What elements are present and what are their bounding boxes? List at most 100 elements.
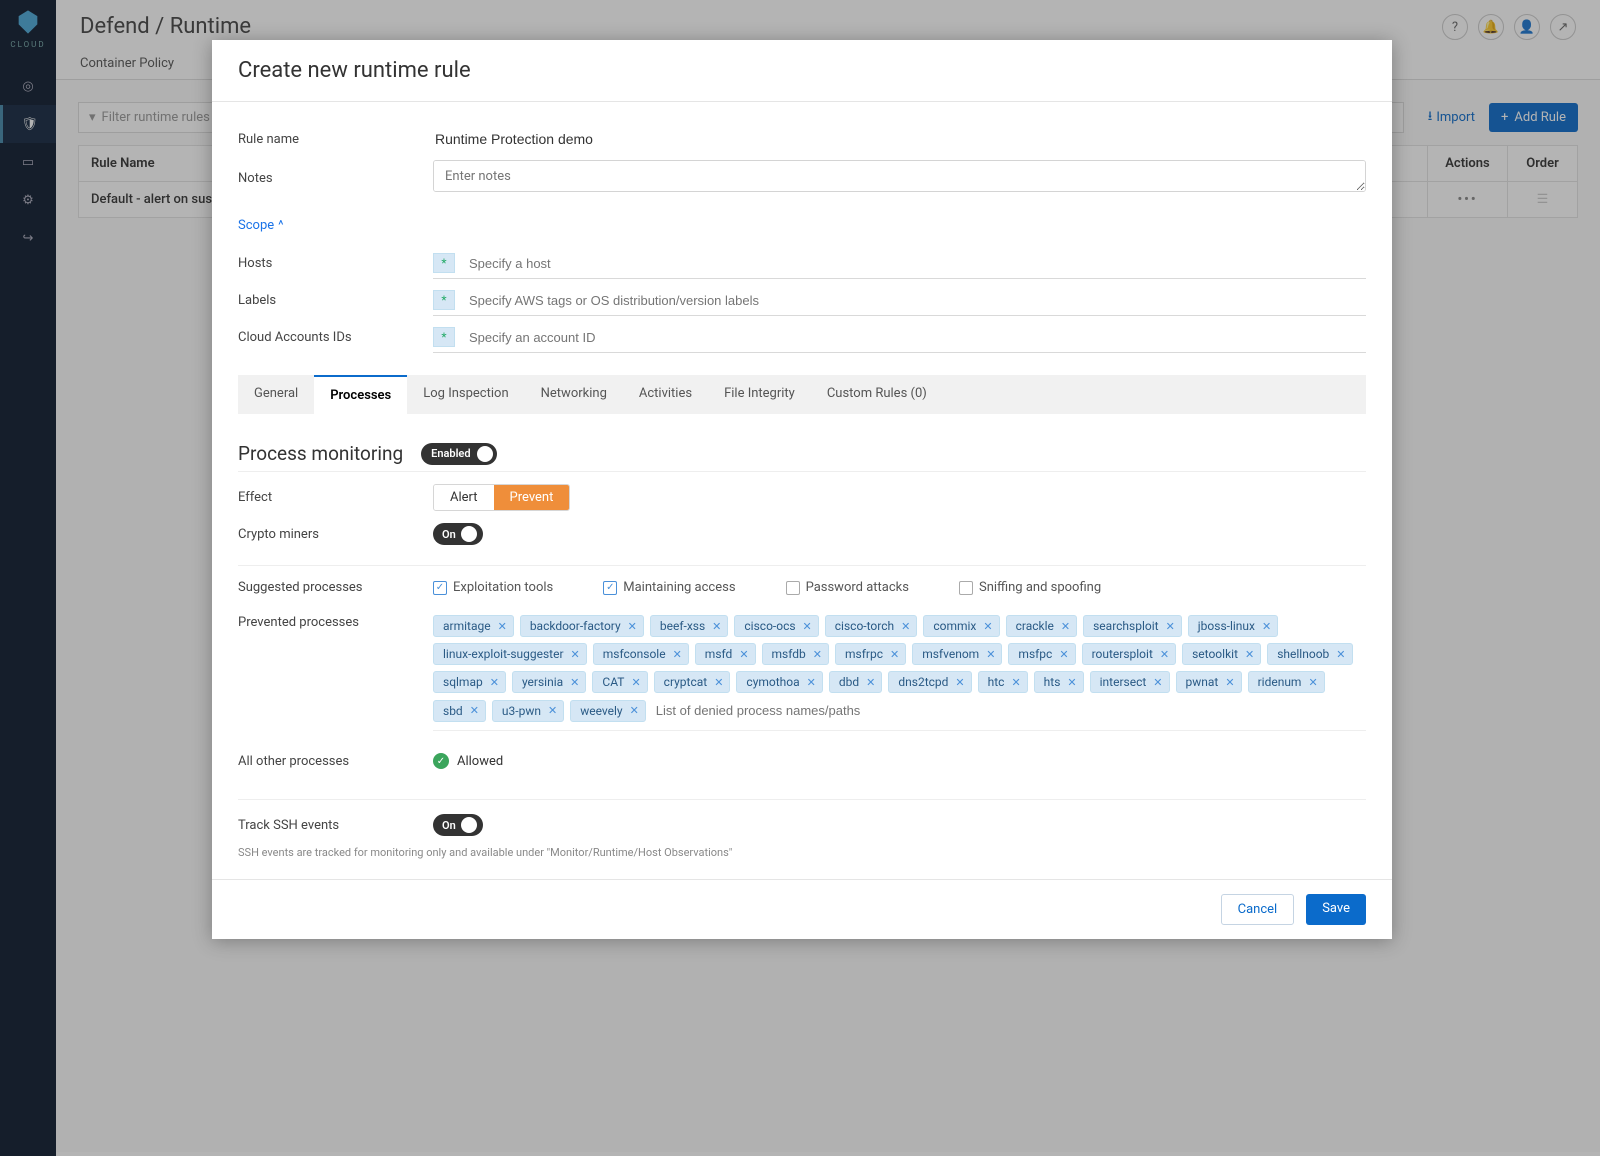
chip-remove-icon[interactable]: ✕ bbox=[570, 676, 579, 689]
chip-remove-icon[interactable]: ✕ bbox=[548, 704, 557, 717]
scope-toggle[interactable]: Scope ^ bbox=[238, 218, 284, 233]
chip-jboss-linux: jboss-linux ✕ bbox=[1188, 615, 1278, 637]
tab-file-integrity[interactable]: File Integrity bbox=[708, 375, 811, 414]
chip-label: hts bbox=[1044, 675, 1061, 689]
toggle-knob bbox=[461, 817, 477, 833]
checkbox-password-attacks[interactable]: Password attacks bbox=[786, 580, 909, 595]
chip-remove-icon[interactable]: ✕ bbox=[1225, 676, 1234, 689]
chip-label: backdoor-factory bbox=[530, 619, 621, 633]
chip-remove-icon[interactable]: ✕ bbox=[983, 620, 992, 633]
chip-remove-icon[interactable]: ✕ bbox=[673, 648, 682, 661]
chip-label: setoolkit bbox=[1192, 647, 1238, 661]
chip-remove-icon[interactable]: ✕ bbox=[631, 676, 640, 689]
chip-crackle: crackle✕ bbox=[1006, 615, 1078, 637]
checkbox-exploitation-tools[interactable]: ✓Exploitation tools bbox=[433, 580, 553, 595]
chip-CAT: CAT✕ bbox=[592, 671, 647, 693]
chip-remove-icon[interactable]: ✕ bbox=[1336, 648, 1345, 661]
chip-label: dns2tcpd bbox=[898, 675, 948, 689]
process-monitoring-title: Process monitoring bbox=[238, 442, 403, 465]
effect-label: Effect bbox=[238, 490, 433, 505]
labels-input[interactable] bbox=[469, 293, 1366, 308]
tab-processes[interactable]: Processes bbox=[314, 375, 407, 414]
chip-remove-icon[interactable]: ✕ bbox=[630, 704, 639, 717]
chip-yersinia: yersinia✕ bbox=[512, 671, 586, 693]
chip-remove-icon[interactable]: ✕ bbox=[807, 676, 816, 689]
chip-cymothoa: cymothoa ✕ bbox=[736, 671, 822, 693]
tab-custom-rules-0-[interactable]: Custom Rules (0) bbox=[811, 375, 943, 414]
chip-remove-icon[interactable]: ✕ bbox=[1308, 676, 1317, 689]
chip-remove-icon[interactable]: ✕ bbox=[1160, 648, 1169, 661]
cancel-button[interactable]: Cancel bbox=[1221, 894, 1295, 925]
chip-label: ridenum bbox=[1258, 675, 1302, 689]
chip-remove-icon[interactable]: ✕ bbox=[714, 676, 723, 689]
chip-msfpc: msfpc✕ bbox=[1008, 643, 1075, 665]
effect-prevent[interactable]: Prevent bbox=[494, 485, 570, 510]
toggle-knob bbox=[477, 446, 493, 462]
save-button[interactable]: Save bbox=[1306, 894, 1366, 925]
chip-remove-icon[interactable]: ✕ bbox=[712, 620, 721, 633]
crypto-miners-toggle[interactable]: On bbox=[433, 523, 483, 545]
chip-remove-icon[interactable]: ✕ bbox=[1061, 620, 1070, 633]
chip-searchsploit: searchsploit✕ bbox=[1083, 615, 1182, 637]
chip-remove-icon[interactable]: ✕ bbox=[1166, 620, 1175, 633]
chip-label: shellnoob bbox=[1277, 647, 1329, 661]
chip-remove-icon[interactable]: ✕ bbox=[1011, 676, 1020, 689]
chip-label: msfvenom bbox=[922, 647, 979, 661]
tab-networking[interactable]: Networking bbox=[525, 375, 623, 414]
chip-remove-icon[interactable]: ✕ bbox=[955, 676, 964, 689]
checkbox-sniffing-and-spoofing[interactable]: Sniffing and spoofing bbox=[959, 580, 1101, 595]
chip-label: htc bbox=[988, 675, 1005, 689]
chip-msfrpc: msfrpc✕ bbox=[835, 643, 906, 665]
chip-remove-icon[interactable]: ✕ bbox=[866, 676, 875, 689]
cloud-accounts-input[interactable] bbox=[469, 330, 1366, 345]
tab-general[interactable]: General bbox=[238, 375, 314, 414]
chip-remove-icon[interactable]: ✕ bbox=[1153, 676, 1162, 689]
chip-label: linux-exploit-suggester bbox=[443, 647, 564, 661]
checkbox-maintaining-access[interactable]: ✓Maintaining access bbox=[603, 580, 735, 595]
effect-alert[interactable]: Alert bbox=[434, 485, 494, 510]
prevented-processes-input[interactable] bbox=[652, 699, 1366, 722]
tab-log-inspection[interactable]: Log Inspection bbox=[407, 375, 524, 414]
process-monitoring-toggle[interactable]: Enabled bbox=[421, 443, 496, 465]
chip-label: jboss-linux bbox=[1198, 619, 1255, 633]
chip-msfvenom: msfvenom ✕ bbox=[912, 643, 1002, 665]
chip-msfdb: msfdb✕ bbox=[762, 643, 829, 665]
chip-remove-icon[interactable]: ✕ bbox=[986, 648, 995, 661]
chip-remove-icon[interactable]: ✕ bbox=[470, 704, 479, 717]
chip-remove-icon[interactable]: ✕ bbox=[901, 620, 910, 633]
chip-remove-icon[interactable]: ✕ bbox=[890, 648, 899, 661]
chip-remove-icon[interactable]: ✕ bbox=[498, 620, 507, 633]
chip-remove-icon[interactable]: ✕ bbox=[1245, 648, 1254, 661]
rule-name-input[interactable] bbox=[433, 127, 1366, 151]
tab-activities[interactable]: Activities bbox=[623, 375, 708, 414]
chip-remove-icon[interactable]: ✕ bbox=[1067, 676, 1076, 689]
chip-label: cryptcat bbox=[664, 675, 708, 689]
chip-cisco-torch: cisco-torch✕ bbox=[825, 615, 918, 637]
chip-label: cymothoa bbox=[746, 675, 799, 689]
toggle-knob bbox=[461, 526, 477, 542]
chip-remove-icon[interactable]: ✕ bbox=[1059, 648, 1068, 661]
hosts-input[interactable] bbox=[469, 256, 1366, 271]
chip-ridenum: ridenum ✕ bbox=[1248, 671, 1325, 693]
notes-input[interactable] bbox=[433, 160, 1366, 192]
ssh-events-toggle[interactable]: On bbox=[433, 814, 483, 836]
chip-pwnat: pwnat✕ bbox=[1176, 671, 1242, 693]
chip-remove-icon[interactable]: ✕ bbox=[803, 620, 812, 633]
wildcard-icon: * bbox=[433, 253, 455, 273]
chip-linux-exploit-suggester: linux-exploit-suggester ✕ bbox=[433, 643, 587, 665]
chip-dbd: dbd✕ bbox=[829, 671, 883, 693]
chip-cryptcat: cryptcat ✕ bbox=[654, 671, 731, 693]
chip-remove-icon[interactable]: ✕ bbox=[1262, 620, 1271, 633]
chip-remove-icon[interactable]: ✕ bbox=[490, 676, 499, 689]
chip-u3-pwn: u3-pwn✕ bbox=[492, 700, 564, 722]
chip-label: weevely bbox=[580, 704, 622, 718]
tab-bar: GeneralProcessesLog InspectionNetworking… bbox=[238, 375, 1366, 414]
chip-remove-icon[interactable]: ✕ bbox=[739, 648, 748, 661]
chip-remove-icon[interactable]: ✕ bbox=[571, 648, 580, 661]
chip-remove-icon[interactable]: ✕ bbox=[813, 648, 822, 661]
checkbox-label: Exploitation tools bbox=[453, 580, 553, 595]
modal-overlay: Create new runtime rule Rule name Notes … bbox=[0, 0, 1600, 1156]
check-icon: ✓ bbox=[433, 753, 449, 769]
create-rule-modal: Create new runtime rule Rule name Notes … bbox=[212, 40, 1392, 939]
chip-remove-icon[interactable]: ✕ bbox=[628, 620, 637, 633]
